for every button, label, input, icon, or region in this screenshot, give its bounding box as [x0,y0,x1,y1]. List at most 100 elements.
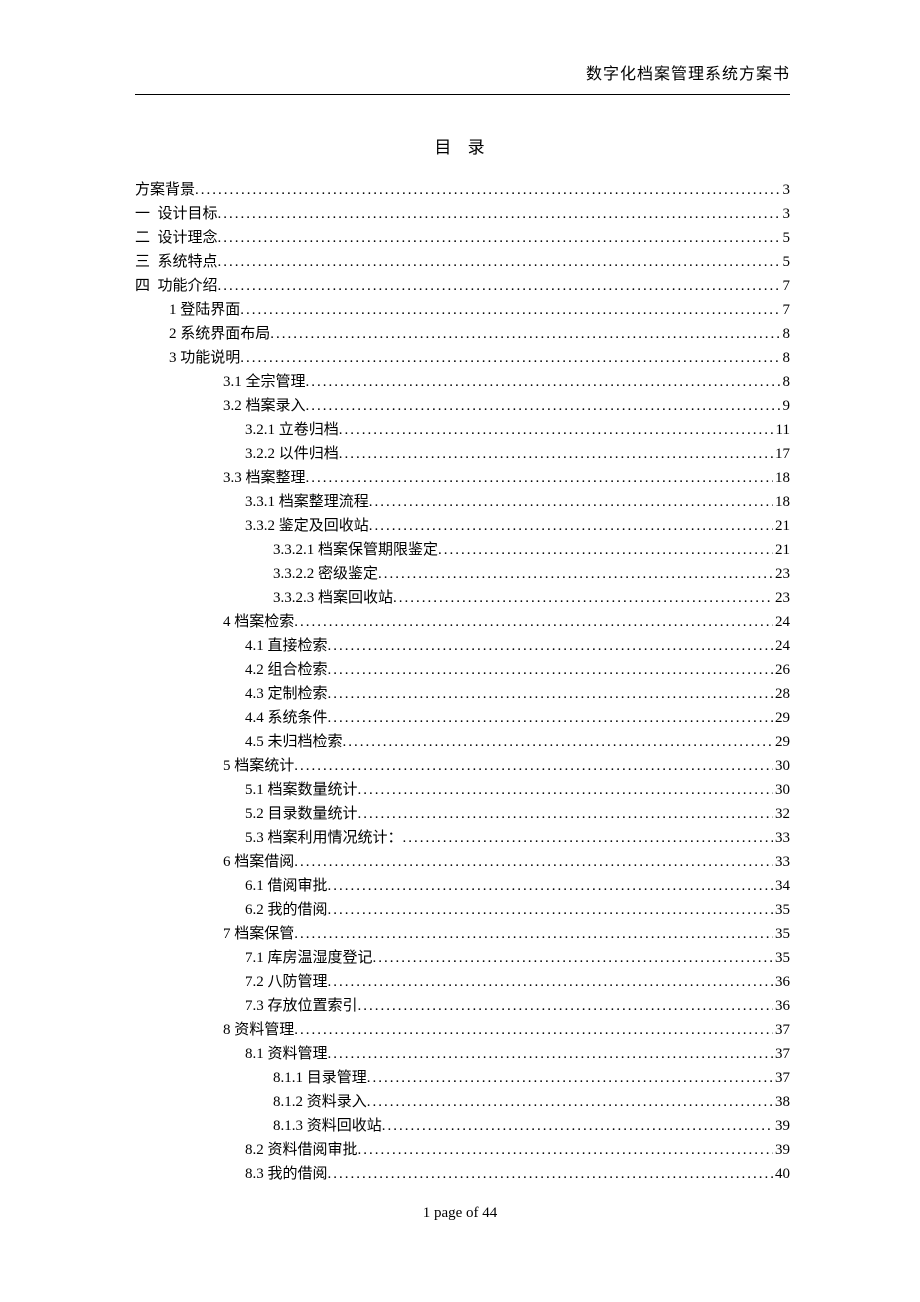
toc-entry-page: 7 [781,298,791,322]
toc-entry[interactable]: 三 系统特点 5 [135,250,790,274]
toc-entry[interactable]: 8.1.2 资料录入 38 [135,1090,790,1114]
toc-entry-page: 21 [773,514,790,538]
toc-entry[interactable]: 一 设计目标3 [135,202,790,226]
toc-entry[interactable]: 6.2 我的借阅35 [135,898,790,922]
toc-leader-dots [369,514,773,538]
toc-entry[interactable]: 3.3.2.2 密级鉴定23 [135,562,790,586]
toc-entry[interactable]: 7.1 库房温湿度登记35 [135,946,790,970]
toc-entry[interactable]: 3.3.2 鉴定及回收站 21 [135,514,790,538]
toc-entry[interactable]: 3.3 档案整理18 [135,466,790,490]
toc-entry[interactable]: 7.3 存放位置索引36 [135,994,790,1018]
toc-entry-label: 5.1 档案数量统计 [245,778,358,802]
toc-leader-dots [294,850,773,874]
toc-leader-dots [358,802,773,826]
toc-entry-page: 36 [773,994,790,1018]
toc-entry[interactable]: 6.1 借阅审批34 [135,874,790,898]
toc-entry[interactable]: 3.2.2 以件归档17 [135,442,790,466]
toc-leader-dots [328,970,773,994]
toc-leader-dots [240,298,780,322]
toc-entry[interactable]: 8.1.1 目录管理37 [135,1066,790,1090]
toc-entry-label: 4.2 组合检索 [245,658,328,682]
toc-entry-page: 5 [781,226,791,250]
toc-entry[interactable]: 4 档案检索24 [135,610,790,634]
toc-entry[interactable]: 8.2 资料借阅审批 39 [135,1138,790,1162]
toc-entry[interactable]: 7.2 八防管理 36 [135,970,790,994]
toc-entry[interactable]: 3.3.2.3 档案回收站23 [135,586,790,610]
toc-entry[interactable]: 5.3 档案利用情况统计：33 [135,826,790,850]
toc-entry[interactable]: 四 功能介绍7 [135,274,790,298]
toc-entry-label: 4.4 系统条件 [245,706,328,730]
toc-entry-page: 8 [781,346,791,370]
toc-leader-dots [378,562,773,586]
toc-entry-page: 37 [773,1066,790,1090]
toc-entry-label: 三 系统特点 [135,250,218,274]
toc-entry-label: 3.3.1 档案整理流程 [245,490,369,514]
toc-entry-page: 35 [773,898,790,922]
toc-entry-page: 33 [773,850,790,874]
toc-leader-dots [373,946,773,970]
toc-entry[interactable]: 3.2.1 立卷归档11 [135,418,790,442]
toc-entry-page: 21 [773,538,790,562]
toc-entry-page: 36 [773,970,790,994]
toc-entry-page: 40 [773,1162,790,1186]
toc-entry[interactable]: 5.2 目录数量统计32 [135,802,790,826]
toc-entry[interactable]: 4.3 定制检索28 [135,682,790,706]
running-header: 数字化档案管理系统方案书 [135,60,790,88]
toc-entry[interactable]: 1 登陆界面7 [135,298,790,322]
toc-entry[interactable]: 4.2 组合检索 26 [135,658,790,682]
toc-entry[interactable]: 4.1 直接检索24 [135,634,790,658]
toc-title: 目 录 [135,133,790,158]
toc-entry-label: 8 资料管理 [223,1018,294,1042]
toc-entry[interactable]: 3.3.2.1 档案保管期限鉴定21 [135,538,790,562]
toc-entry-page: 35 [773,922,790,946]
toc-entry-label: 6.1 借阅审批 [245,874,328,898]
toc-entry-page: 29 [773,730,790,754]
toc-entry[interactable]: 3.2 档案录入9 [135,394,790,418]
toc-entry[interactable]: 4.4 系统条件29 [135,706,790,730]
toc-entry-label: 8.1.2 资料录入 [273,1090,367,1114]
toc-entry[interactable]: 方案背景 3 [135,178,790,202]
toc-entry-page: 26 [773,658,790,682]
toc-entry[interactable]: 3 功能说明8 [135,346,790,370]
toc-leader-dots [328,706,773,730]
toc-leader-dots [339,418,774,442]
toc-entry[interactable]: 3.1 全宗管理8 [135,370,790,394]
toc-entry-page: 39 [773,1138,790,1162]
toc-entry-label: 3.3.2.2 密级鉴定 [273,562,378,586]
toc-entry[interactable]: 8 资料管理37 [135,1018,790,1042]
toc-entry-label: 4 档案检索 [223,610,294,634]
toc-entry[interactable]: 7 档案保管35 [135,922,790,946]
toc-leader-dots [343,730,773,754]
toc-leader-dots [382,1114,773,1138]
toc-entry[interactable]: 8.3 我的借阅40 [135,1162,790,1186]
toc-entry[interactable]: 3.3.1 档案整理流程 18 [135,490,790,514]
toc-leader-dots [306,394,781,418]
toc-entry[interactable]: 8.1.3 资料回收站39 [135,1114,790,1138]
toc-leader-dots [358,778,773,802]
toc-entry-page: 8 [781,370,791,394]
toc-leader-dots [358,1138,773,1162]
toc-leader-dots [218,226,781,250]
toc-entry[interactable]: 8.1 资料管理37 [135,1042,790,1066]
toc-entry[interactable]: 二 设计理念5 [135,226,790,250]
toc-entry[interactable]: 4.5 未归档检索29 [135,730,790,754]
page-footer: 1 page of 44 [0,1205,920,1222]
toc-entry-label: 7.2 八防管理 [245,970,328,994]
toc-entry-label: 3.3.2 鉴定及回收站 [245,514,369,538]
toc-entry-page: 5 [781,250,791,274]
toc-entry[interactable]: 2 系统界面布局8 [135,322,790,346]
toc-entry-label: 7.1 库房温湿度登记 [245,946,373,970]
toc-entry-page: 18 [773,490,790,514]
toc-entry-label: 8.1.3 资料回收站 [273,1114,382,1138]
toc-entry[interactable]: 5.1 档案数量统计30 [135,778,790,802]
toc-entry-label: 8.2 资料借阅审批 [245,1138,358,1162]
toc-entry-page: 9 [781,394,791,418]
toc-entry-label: 方案背景 [135,178,195,202]
toc-entry-label: 3.2.1 立卷归档 [245,418,339,442]
toc-leader-dots [438,538,773,562]
toc-entry-label: 8.1 资料管理 [245,1042,328,1066]
toc-entry-page: 3 [781,178,791,202]
toc-entry-page: 38 [773,1090,790,1114]
toc-entry[interactable]: 6 档案借阅33 [135,850,790,874]
toc-entry[interactable]: 5 档案统计30 [135,754,790,778]
